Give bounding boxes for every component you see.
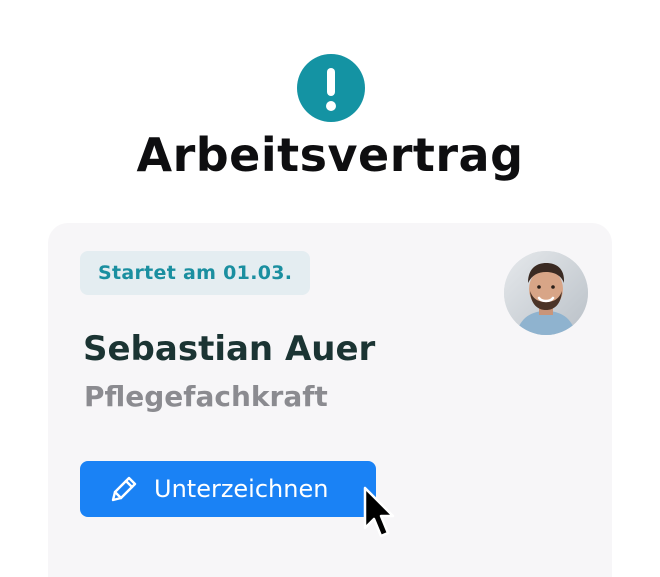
- contract-screen: Arbeitsvertrag Startet am 01.03. Sebasti…: [0, 0, 660, 577]
- page-title: Arbeitsvertrag: [136, 128, 524, 182]
- avatar: [504, 251, 588, 335]
- exclamation-icon: [297, 54, 365, 122]
- employee-name: Sebastian Auer: [83, 329, 376, 369]
- start-date-badge: Startet am 01.03.: [80, 251, 311, 295]
- sign-button[interactable]: Unterzeichnen: [80, 461, 376, 517]
- pencil-icon: [108, 473, 140, 505]
- employee-role: Pflegefachkraft: [84, 380, 328, 413]
- contract-card: Startet am 01.03. Sebastian Auer Pflegef…: [48, 223, 612, 577]
- sign-button-label: Unterzeichnen: [154, 475, 329, 503]
- mouse-pointer-icon: [362, 486, 396, 542]
